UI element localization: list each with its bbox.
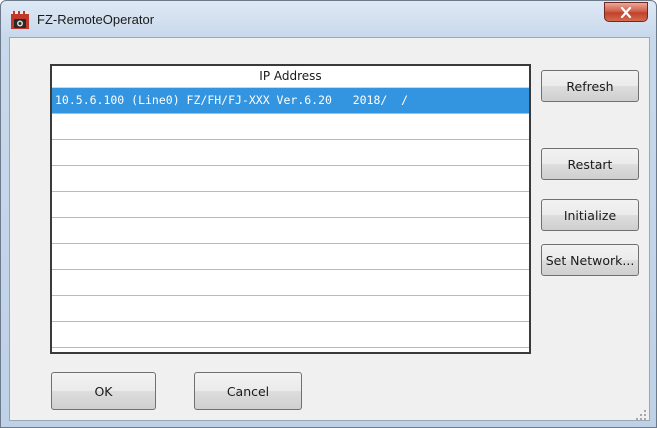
initialize-button[interactable]: Initialize — [541, 199, 639, 231]
list-row[interactable] — [52, 114, 529, 140]
column-header-ip-address[interactable]: IP Address — [52, 66, 529, 88]
list-row[interactable] — [52, 192, 529, 218]
window-title: FZ-RemoteOperator — [37, 12, 155, 27]
list-row[interactable] — [52, 296, 529, 322]
list-row[interactable] — [52, 270, 529, 296]
close-icon — [620, 3, 632, 22]
list-row[interactable] — [52, 244, 529, 270]
ok-button[interactable]: OK — [51, 372, 156, 410]
resize-grip-icon[interactable] — [635, 406, 647, 420]
list-row[interactable] — [52, 218, 529, 244]
list-row[interactable] — [52, 322, 529, 348]
ip-address-list[interactable]: IP Address 10.5.6.100 (Line0) FZ/FH/FJ-X… — [50, 64, 531, 354]
close-button[interactable] — [604, 2, 648, 22]
title-bar[interactable]: FZ-RemoteOperator — [1, 1, 656, 37]
list-row[interactable] — [52, 140, 529, 166]
app-camera-icon — [10, 10, 30, 30]
list-rows: 10.5.6.100 (Line0) FZ/FH/FJ-XXX Ver.6.20… — [52, 88, 529, 348]
set-network-button[interactable]: Set Network... — [541, 244, 639, 276]
restart-button[interactable]: Restart — [541, 148, 639, 180]
refresh-button[interactable]: Refresh — [541, 70, 639, 102]
dialog-client-area: IP Address 10.5.6.100 (Line0) FZ/FH/FJ-X… — [9, 37, 650, 421]
list-row[interactable] — [52, 166, 529, 192]
fz-remote-operator-window: FZ-RemoteOperator IP Address 10.5.6.100 … — [0, 0, 657, 428]
list-row[interactable]: 10.5.6.100 (Line0) FZ/FH/FJ-XXX Ver.6.20… — [52, 88, 529, 114]
cancel-button[interactable]: Cancel — [194, 372, 302, 410]
